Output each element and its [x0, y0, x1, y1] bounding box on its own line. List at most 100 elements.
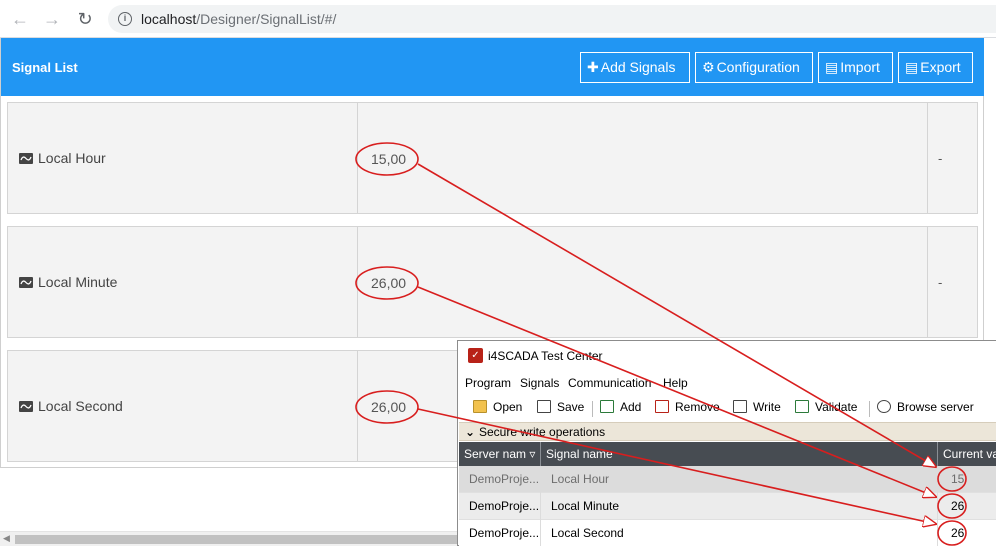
save-label: Save — [557, 400, 585, 414]
toolbar: Open Save Add Remove Write Validate Brow… — [458, 397, 996, 421]
column-current-value[interactable]: Current val — [938, 442, 996, 466]
gear-icon: ⚙ — [702, 59, 715, 75]
signal-extra-cell: - — [928, 103, 977, 213]
cell-value: 26 — [951, 499, 965, 513]
signal-wave-icon — [19, 277, 33, 288]
signal-value: 15,00 — [371, 151, 407, 167]
write-icon — [733, 400, 747, 413]
signal-value: 26,00 — [371, 275, 407, 291]
cell-value: 15 — [951, 472, 965, 486]
signal-name-cell: Local Second — [8, 351, 358, 461]
save-icon — [537, 400, 551, 413]
save-button[interactable]: Save — [537, 400, 584, 418]
menu-help[interactable]: Help — [663, 376, 688, 390]
add-label: Add — [620, 400, 642, 414]
app-logo-icon: ✓ — [468, 348, 483, 363]
menu-signals[interactable]: Signals — [520, 376, 559, 390]
signal-extra: - — [938, 275, 943, 290]
signal-name-cell: Local Hour — [8, 103, 358, 213]
info-icon[interactable]: i — [118, 12, 132, 26]
menu-program[interactable]: Program — [465, 376, 511, 390]
write-button[interactable]: Write — [733, 400, 781, 418]
test-center-window: ✓ i4SCADA Test Center Program Signals Co… — [457, 340, 996, 546]
cell-server: DemoProje... — [459, 493, 541, 520]
chevron-down-icon: ⌄ — [465, 425, 476, 439]
signal-name: Local Minute — [38, 274, 118, 290]
signal-value-cell: 15,00 — [358, 103, 928, 213]
write-label: Write — [753, 400, 781, 414]
secure-write-label: Secure write operations — [479, 425, 606, 439]
table-row[interactable]: DemoProje... Local Second 26 — [459, 520, 996, 546]
browse-icon — [877, 400, 891, 413]
validate-icon — [795, 400, 809, 413]
address-bar[interactable]: i localhost/Designer/SignalList/#/ — [108, 5, 996, 33]
signal-value-cell: 26,00 — [358, 227, 928, 337]
cell-server: DemoProje... — [459, 520, 541, 546]
menu-communication[interactable]: Communication — [568, 376, 651, 390]
import-label: Import — [840, 59, 880, 75]
grid-header: Server nam ▿ Signal name Current val — [459, 442, 996, 466]
add-signals-button[interactable]: ✚ Add Signals — [580, 52, 690, 83]
browse-server-label: Browse server — [897, 400, 974, 414]
export-button[interactable]: ▤ Export — [898, 52, 973, 83]
add-signals-label: Add Signals — [600, 59, 676, 75]
window-titlebar: ✓ i4SCADA Test Center — [458, 341, 996, 371]
signal-wave-icon — [19, 401, 33, 412]
column-server-name-label: Server nam — [464, 447, 527, 461]
signal-name: Local Second — [38, 398, 123, 414]
signal-name-cell: Local Minute — [8, 227, 358, 337]
url-path: /Designer/SignalList/#/ — [196, 11, 337, 27]
column-server-name[interactable]: Server nam ▿ — [459, 442, 541, 466]
url-host: localhost — [141, 11, 197, 27]
signal-wave-icon — [19, 153, 33, 164]
cell-value: 26 — [951, 526, 965, 540]
configuration-button[interactable]: ⚙ Configuration — [695, 52, 813, 83]
browser-toolbar: ← → ↻ i localhost/Designer/SignalList/#/ — [0, 0, 996, 38]
horizontal-scrollbar[interactable]: ◀ — [0, 531, 460, 546]
signal-name: Local Hour — [38, 150, 106, 166]
page-title: Signal List — [12, 60, 78, 75]
open-button[interactable]: Open — [473, 400, 522, 418]
folder-icon — [473, 400, 487, 413]
signal-row[interactable]: Local Hour 15,00 - — [7, 102, 978, 214]
filter-icon[interactable]: ▿ — [529, 447, 535, 461]
signal-row[interactable]: Local Minute 26,00 - — [7, 226, 978, 338]
cell-signal: Local Hour — [541, 466, 938, 493]
import-button[interactable]: ▤ Import — [818, 52, 893, 83]
table-row[interactable]: DemoProje... Local Minute 26 — [459, 493, 996, 520]
validate-button[interactable]: Validate — [795, 400, 857, 418]
forward-arrow-icon[interactable]: → — [42, 9, 62, 29]
remove-label: Remove — [675, 400, 720, 414]
add-button[interactable]: Add — [600, 400, 641, 418]
export-label: Export — [920, 59, 961, 75]
add-signal-icon — [600, 400, 614, 413]
cell-signal: Local Second — [541, 520, 938, 546]
secure-write-expander[interactable]: ⌄ Secure write operations — [459, 422, 996, 441]
open-label: Open — [493, 400, 523, 414]
validate-label: Validate — [815, 400, 858, 414]
back-arrow-icon[interactable]: ← — [10, 9, 30, 29]
scrollbar-thumb[interactable] — [15, 535, 460, 544]
window-title: i4SCADA Test Center — [488, 349, 603, 363]
plus-icon: ✚ — [587, 59, 599, 75]
panel-header: Signal List ✚ Add Signals ⚙ Configuration … — [1, 38, 984, 96]
remove-button[interactable]: Remove — [655, 400, 720, 418]
toolbar-separator — [592, 401, 593, 417]
signal-extra: - — [938, 151, 943, 166]
menu-bar: Program Signals Communication Help — [458, 374, 996, 394]
export-icon: ▤ — [905, 59, 919, 75]
remove-icon — [655, 400, 669, 413]
column-signal-name[interactable]: Signal name — [541, 442, 938, 466]
signal-value: 26,00 — [371, 399, 407, 415]
url-text: localhost/Designer/SignalList/#/ — [141, 11, 336, 27]
browse-server-button[interactable]: Browse server — [877, 400, 974, 418]
scroll-left-icon[interactable]: ◀ — [3, 533, 10, 544]
reload-icon[interactable]: ↻ — [75, 9, 95, 29]
signal-extra-cell: - — [928, 227, 977, 337]
table-row[interactable]: DemoProje... Local Hour 15 — [459, 466, 996, 493]
configuration-label: Configuration — [716, 59, 800, 75]
cell-server: DemoProje... — [459, 466, 541, 493]
import-icon: ▤ — [825, 59, 839, 75]
toolbar-separator — [869, 401, 870, 417]
cell-signal: Local Minute — [541, 493, 938, 520]
